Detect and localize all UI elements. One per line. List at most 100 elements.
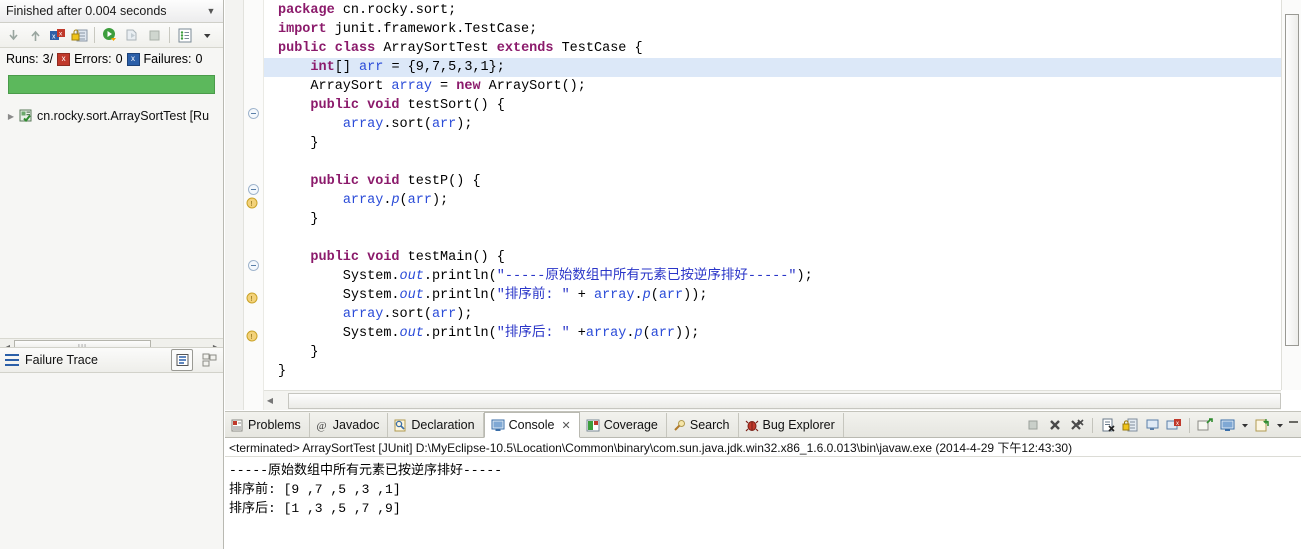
next-failure-icon[interactable] <box>3 25 23 45</box>
console-terminated-line: <terminated> ArraySortTest [JUnit] D:\My… <box>225 438 1301 457</box>
tab-label: Declaration <box>411 418 475 432</box>
errors-icon: x <box>57 52 71 66</box>
remove-launch-icon[interactable] <box>1045 415 1065 435</box>
toolbar-separator <box>169 27 170 43</box>
tab-coverage[interactable]: Coverage <box>580 413 667 437</box>
code-line[interactable]: System.out.println("排序前: " + array.p(arr… <box>264 286 1281 305</box>
show-failures-only-icon[interactable]: x x <box>47 25 67 45</box>
show-console-on-output-icon[interactable] <box>1142 415 1162 435</box>
code-line[interactable]: public class ArraySortTest extends TestC… <box>264 39 1281 58</box>
warning-marker-icon[interactable]: ! <box>246 196 261 210</box>
pin-console-icon[interactable] <box>1195 415 1215 435</box>
display-selected-console-dropdown-icon[interactable] <box>1239 415 1250 435</box>
code-line[interactable]: array.sort(arr); <box>264 305 1281 324</box>
warning-marker-icon[interactable]: ! <box>246 291 261 305</box>
code-line[interactable]: package cn.rocky.sort; <box>264 1 1281 20</box>
test-run-history-icon[interactable] <box>175 25 195 45</box>
problems-icon <box>231 419 244 432</box>
code-editor[interactable]: ! ! ! package cn.rocky.sort; import junit… <box>225 0 1301 410</box>
remove-all-terminated-icon[interactable] <box>1067 415 1087 435</box>
display-selected-console-icon[interactable] <box>1217 415 1237 435</box>
failure-trace-header: Failure Trace <box>0 347 223 373</box>
scroll-lock-icon[interactable] <box>69 25 89 45</box>
tab-label: Javadoc <box>332 418 380 432</box>
junit-toolbar: x x <box>0 23 223 48</box>
tab-declaration[interactable]: Declaration <box>388 413 484 437</box>
clear-console-icon[interactable] <box>1098 415 1118 435</box>
failure-trace-label: Failure Trace <box>25 353 98 367</box>
search-icon <box>673 419 686 432</box>
toolbar-separator <box>1092 417 1093 433</box>
tab-search[interactable]: Search <box>667 413 739 437</box>
fold-marker-icon[interactable] <box>248 260 259 271</box>
tab-console[interactable]: Console ✕ <box>483 412 580 438</box>
code-line[interactable]: public void testP() { <box>264 172 1281 191</box>
junit-tree-item[interactable]: ▶ cn.rocky.sort.ArraySortTest [Ru <box>0 106 223 126</box>
code-line[interactable] <box>264 229 1281 248</box>
editor-overview-ruler <box>225 0 244 410</box>
code-line[interactable]: System.out.println("排序后: " +array.p(arr)… <box>264 324 1281 343</box>
code-line[interactable]: } <box>264 210 1281 229</box>
tab-problems[interactable]: Problems <box>225 413 310 437</box>
svg-text:@: @ <box>316 420 326 432</box>
coverage-icon <box>586 419 600 432</box>
editor-vertical-scrollbar[interactable] <box>1281 0 1301 390</box>
code-line[interactable]: } <box>264 134 1281 153</box>
junit-view: Finished after 0.004 seconds ▼ x x Runs:… <box>0 0 224 549</box>
tab-label: Console <box>508 418 555 432</box>
eclipse-window: Finished after 0.004 seconds ▼ x x Runs:… <box>0 0 1301 549</box>
minimize-icon[interactable] <box>1287 415 1299 435</box>
warning-marker-icon[interactable]: ! <box>246 329 261 343</box>
console-view: Problems @ Javadoc Declaration Console ✕ Cover… <box>225 411 1301 549</box>
previous-failure-icon[interactable] <box>25 25 45 45</box>
code-line[interactable] <box>264 153 1281 172</box>
view-menu-icon[interactable] <box>197 25 217 45</box>
tab-label: Coverage <box>603 418 658 432</box>
runs-value: 3/ <box>42 52 54 66</box>
runs-label: Runs: <box>6 52 39 66</box>
console-tab-bar: Problems @ Javadoc Declaration Console ✕ Cover… <box>225 412 1301 438</box>
tab-javadoc[interactable]: @ Javadoc <box>310 413 389 437</box>
vertical-scrollbar-thumb[interactable] <box>1285 14 1299 346</box>
open-console-icon[interactable] <box>1252 415 1272 435</box>
stop-icon[interactable] <box>144 25 164 45</box>
console-icon <box>491 419 505 432</box>
collapsed-arrow-icon[interactable]: ▶ <box>6 111 16 121</box>
svg-text:x: x <box>1176 421 1179 427</box>
junit-test-tree: ▶ cn.rocky.sort.ArraySortTest [Ru <box>0 100 223 126</box>
code-line[interactable]: System.out.println("-----原始数组中所有元素已按逆序排好… <box>264 267 1281 286</box>
failures-icon: x <box>126 52 140 66</box>
fold-marker-icon[interactable] <box>248 184 259 195</box>
code-line[interactable]: int[] arr = {9,7,5,3,1}; <box>264 58 1281 77</box>
close-icon[interactable]: ✕ <box>561 419 570 432</box>
editor-annotation-gutter[interactable]: ! ! ! <box>244 0 264 410</box>
editor-code-area[interactable]: package cn.rocky.sort; import junit.frame… <box>264 0 1281 390</box>
failures-value: 0 <box>195 52 203 66</box>
scroll-left-arrow-icon[interactable]: ◀ <box>264 396 276 405</box>
filter-stack-trace-icon[interactable] <box>171 349 193 371</box>
open-console-dropdown-icon[interactable] <box>1274 415 1285 435</box>
horizontal-scrollbar-thumb[interactable] <box>288 392 1281 409</box>
test-class-icon <box>19 109 34 123</box>
rerun-test-icon[interactable] <box>100 25 120 45</box>
rerun-failed-tests-icon[interactable] <box>122 25 142 45</box>
editor-horizontal-scrollbar[interactable]: ◀ <box>264 390 1281 410</box>
code-line[interactable]: array.p(arr); <box>264 191 1281 210</box>
code-line[interactable]: public void testMain() { <box>264 248 1281 267</box>
code-line[interactable]: import junit.framework.TestCase; <box>264 20 1281 39</box>
chevron-down-icon[interactable]: ▼ <box>203 3 219 19</box>
code-line[interactable]: array.sort(arr); <box>264 115 1281 134</box>
code-line[interactable]: ArraySort array = new ArraySort(); <box>264 77 1281 96</box>
terminate-icon[interactable] <box>1023 415 1043 435</box>
code-line[interactable]: } <box>264 362 1281 381</box>
bug-explorer-icon <box>745 419 759 432</box>
tab-bug-explorer[interactable]: Bug Explorer <box>739 413 844 437</box>
scroll-lock-icon[interactable] <box>1120 415 1140 435</box>
svg-text:!: ! <box>251 296 253 303</box>
fold-marker-icon[interactable] <box>248 108 259 119</box>
code-line[interactable]: } <box>264 343 1281 362</box>
code-line[interactable]: public void testSort() { <box>264 96 1281 115</box>
tab-label: Search <box>689 418 730 432</box>
show-console-on-error-icon[interactable]: x <box>1164 415 1184 435</box>
compare-result-icon[interactable] <box>199 350 219 370</box>
